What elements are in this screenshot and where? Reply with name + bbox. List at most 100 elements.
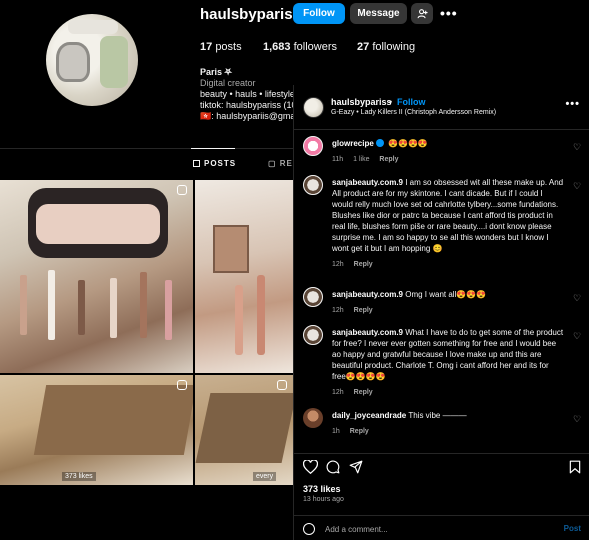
post-follow-link[interactable]: Follow <box>397 97 426 107</box>
comment-meta: 12h Reply <box>332 259 564 270</box>
reply-button[interactable]: Reply <box>354 389 373 396</box>
tab-posts[interactable]: POSTS <box>193 159 236 168</box>
save-bookmark-icon[interactable] <box>569 460 581 474</box>
post-more-icon[interactable]: ••• <box>565 98 580 110</box>
tab-reels[interactable]: ▢ RE <box>268 159 293 168</box>
comment-meta: 1h Reply <box>332 426 564 437</box>
comment-body: glowrecipe 😍😍😍😍 11h 1 like Reply <box>332 138 564 165</box>
comment-body: daily_joyceandrade This vibe ——— 1h Repl… <box>332 410 564 437</box>
bio-line: tiktok: haulsbypariss (10 <box>200 100 297 110</box>
add-user-icon <box>417 9 428 19</box>
commenter-avatar[interactable] <box>303 175 323 195</box>
avatar-detail <box>68 20 118 34</box>
followers-label: followers <box>293 41 337 53</box>
post-audio-track[interactable]: G-Eazy • Lady Killers II (Christoph Ande… <box>331 109 496 116</box>
thumbnail-caption: 373 likes <box>62 472 96 481</box>
like-comment-icon[interactable]: ♡ <box>573 415 581 424</box>
profile-category: Digital creator <box>200 78 256 88</box>
posts-count: 17 <box>200 41 213 53</box>
like-comment-icon[interactable]: ♡ <box>573 294 581 303</box>
thumbnail-caption: every <box>253 472 277 481</box>
comment-text: This vibe ——— <box>408 411 467 420</box>
following-label: following <box>372 41 416 53</box>
commenter-username[interactable]: sanjabeauty.com.9 <box>332 328 403 337</box>
profile-avatar[interactable] <box>46 14 138 106</box>
grid-icon <box>193 160 200 167</box>
comment-text: I am so obsessed wit all these make up. … <box>332 178 564 253</box>
avatar-detail <box>56 42 90 82</box>
profile-bio: Paris ⛧ Digital creator beauty • hauls •… <box>200 67 300 122</box>
commenter-avatar[interactable] <box>303 287 323 307</box>
comment-text: Omg I want all😍😍😍 <box>405 290 487 299</box>
post-thumbnail[interactable] <box>195 180 293 373</box>
comment-meta: 12h Reply <box>332 305 564 316</box>
post-actions-bar <box>294 453 589 477</box>
profile-display-name: Paris ⛧ <box>200 67 232 77</box>
like-comment-icon[interactable]: ♡ <box>573 143 581 152</box>
post-detail-panel: haulsbypariss • Follow G-Eazy • Lady Kil… <box>293 85 589 540</box>
stat-followers[interactable]: 1,683 followers <box>263 41 337 53</box>
post-thumbnail[interactable]: every <box>195 375 293 485</box>
tab-reels-label: RE <box>279 159 293 168</box>
reply-button[interactable]: Reply <box>379 156 398 163</box>
comment-time: 12h <box>332 307 344 314</box>
add-user-button[interactable] <box>411 3 433 24</box>
product-image <box>110 278 117 338</box>
comment-time: 1h <box>332 428 340 435</box>
post-likes-count[interactable]: 373 likes <box>303 484 341 494</box>
stat-following[interactable]: 27 following <box>357 41 415 53</box>
post-timestamp: 13 hours ago <box>303 496 344 503</box>
stat-posts: 17 posts <box>200 41 242 53</box>
follow-button[interactable]: Follow <box>293 3 345 24</box>
product-image <box>165 280 172 340</box>
add-comment-input[interactable] <box>325 523 545 535</box>
comment-icon[interactable] <box>326 460 340 474</box>
profile-more-icon[interactable]: ••• <box>440 5 458 21</box>
comment-likes[interactable]: 1 like <box>353 156 369 163</box>
commenter-avatar[interactable] <box>303 325 323 345</box>
comment-text: 😍😍😍😍 <box>388 139 428 148</box>
like-comment-icon[interactable]: ♡ <box>573 182 581 191</box>
add-comment-bar: Post <box>294 515 589 540</box>
reply-button[interactable]: Reply <box>350 428 369 435</box>
product-image <box>257 275 265 355</box>
following-count: 27 <box>357 41 370 53</box>
share-icon[interactable] <box>349 460 363 474</box>
posts-label: posts <box>215 41 242 53</box>
commenter-username[interactable]: sanjabeauty.com.9 <box>332 290 403 299</box>
commenter-avatar[interactable] <box>303 408 323 428</box>
post-comment-button[interactable]: Post <box>564 524 581 533</box>
post-thumbnail[interactable]: 373 likes <box>0 375 193 485</box>
pr-box-image <box>195 393 293 463</box>
pr-box-image <box>33 385 193 455</box>
like-comment-icon[interactable]: ♡ <box>573 332 581 341</box>
post-author-avatar[interactable] <box>303 97 324 118</box>
verified-badge-icon <box>375 139 384 147</box>
post-author-username[interactable]: haulsbypariss <box>331 97 392 107</box>
emoji-icon[interactable] <box>303 523 315 535</box>
comment-time: 12h <box>332 389 344 396</box>
product-image <box>20 275 27 335</box>
reel-icon <box>177 185 187 195</box>
commenter-username[interactable]: glowrecipe <box>332 139 374 148</box>
like-icon[interactable] <box>303 460 318 474</box>
reply-button[interactable]: Reply <box>354 307 373 314</box>
tab-posts-label: POSTS <box>204 159 237 168</box>
commenter-username[interactable]: sanjabeauty.com.9 <box>332 178 403 187</box>
comments-list[interactable]: glowrecipe 😍😍😍😍 11h 1 like Reply ♡ sanja… <box>294 131 589 449</box>
commenter-username[interactable]: daily_joyceandrade <box>332 411 406 420</box>
message-button[interactable]: Message <box>350 3 407 24</box>
bio-line: beauty • hauls • lifestyle <box>200 89 295 99</box>
post-header: haulsbypariss • Follow G-Eazy • Lady Kil… <box>294 85 589 130</box>
product-image <box>140 272 147 338</box>
separator-dot: • <box>389 97 393 107</box>
bio-line: 🇭🇰: haulsbypariis@gma <box>200 111 296 121</box>
comment-body: sanjabeauty.com.9 What I have to do to g… <box>332 327 564 398</box>
post-thumbnail[interactable] <box>0 180 193 373</box>
palette-image <box>213 225 249 273</box>
reply-button[interactable]: Reply <box>354 261 373 268</box>
commenter-avatar[interactable] <box>303 136 323 156</box>
product-image <box>48 270 55 340</box>
profile-divider <box>0 148 293 149</box>
comment-time: 12h <box>332 261 344 268</box>
